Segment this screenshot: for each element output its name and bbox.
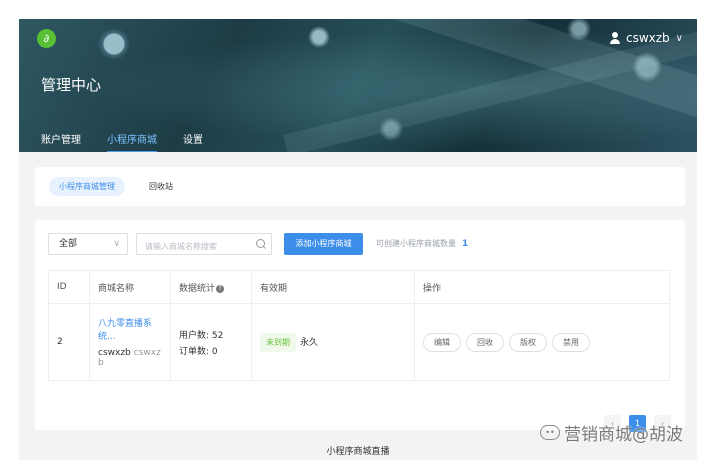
table-header-row: ID 商城名称 数据统计? 有效期 操作 [48, 270, 670, 304]
column-header-actions: 操作 [414, 270, 670, 304]
cell-stats: 用户数: 52 订单数: 0 [170, 303, 252, 381]
page-title: 管理中心 [41, 76, 102, 94]
chevron-down-icon: ∨ [113, 239, 120, 249]
help-icon[interactable]: ? [216, 284, 225, 293]
watermark: •• 营销商城@胡波 [540, 420, 683, 445]
search-input[interactable] [145, 237, 255, 256]
disable-button[interactable]: 禁用 [552, 332, 590, 352]
order-count: 订单数: 0 [179, 346, 218, 357]
user-count: 用户数: 52 [179, 330, 224, 341]
cell-actions: 编辑 回收 版权 禁用 [414, 303, 670, 381]
copyright-button[interactable]: 版权 [509, 332, 547, 352]
status-badge: 未到期 [260, 332, 296, 352]
user-icon [609, 32, 620, 44]
column-header-name: 商城名称 [89, 270, 171, 304]
mall-list-card: 全部 ∨ 添加小程序商城 可创建小程序商城数量 1 ID 商城名称 数据统计? 有… [35, 220, 685, 432]
edit-button[interactable]: 编辑 [423, 332, 461, 352]
validity-text: 永久 [300, 337, 319, 348]
store-owner: cswxzb [98, 348, 131, 358]
column-header-validity: 有效期 [251, 270, 415, 304]
subnav-recycle-bin[interactable]: 回收站 [149, 177, 173, 196]
main-tabs: 账户管理 小程序商城 设置 [41, 131, 203, 152]
search-icon[interactable] [256, 239, 265, 248]
username: cswxzb [625, 31, 670, 45]
wechat-icon: •• [540, 425, 560, 440]
quota-info: 可创建小程序商城数量 1 [376, 233, 468, 255]
chevron-down-icon: ∨ [675, 32, 683, 44]
filter-select-value: 全部 [59, 239, 78, 249]
cell-validity: 未到期 永久 [251, 303, 415, 381]
search-box [136, 233, 272, 256]
quota-value: 1 [462, 239, 469, 249]
tab-miniprogram-mall[interactable]: 小程序商城 [107, 131, 157, 152]
tab-account[interactable]: 账户管理 [41, 131, 81, 152]
logo-icon: ∂ [37, 29, 56, 48]
store-owner-sub: cswxz [133, 348, 161, 358]
store-name-link[interactable]: 八九零直播系统... [98, 316, 162, 342]
recycle-button[interactable]: 回收 [466, 332, 504, 352]
mall-table: ID 商城名称 数据统计? 有效期 操作 2 八九零直播系统... cswxzb… [48, 270, 670, 381]
store-owner-sub2: b [98, 358, 104, 368]
column-header-stats: 数据统计? [170, 270, 252, 304]
cell-id: 2 [48, 303, 90, 381]
footer-caption: 小程序商城直播 [326, 447, 390, 457]
filter-select[interactable]: 全部 ∨ [48, 233, 128, 255]
add-mall-button[interactable]: 添加小程序商城 [284, 233, 363, 255]
column-header-id: ID [48, 270, 90, 304]
cell-name: 八九零直播系统... cswxzb cswxz b [89, 303, 171, 381]
tab-settings[interactable]: 设置 [183, 131, 203, 152]
header-banner: ∂ cswxzb ∨ 管理中心 账户管理 小程序商城 设置 [19, 19, 697, 152]
quota-label: 可创建小程序商城数量 [376, 239, 456, 248]
watermark-text: 营销商城@胡波 [564, 425, 683, 445]
app-frame: ∂ cswxzb ∨ 管理中心 账户管理 小程序商城 设置 小程序商城管理 回收… [19, 19, 697, 460]
user-menu[interactable]: cswxzb ∨ [609, 31, 683, 45]
table-row: 2 八九零直播系统... cswxzb cswxz b 用户数: 52 订单数: … [48, 303, 670, 381]
subnav-card: 小程序商城管理 回收站 [35, 167, 685, 206]
subnav-mall-management[interactable]: 小程序商城管理 [49, 177, 125, 196]
